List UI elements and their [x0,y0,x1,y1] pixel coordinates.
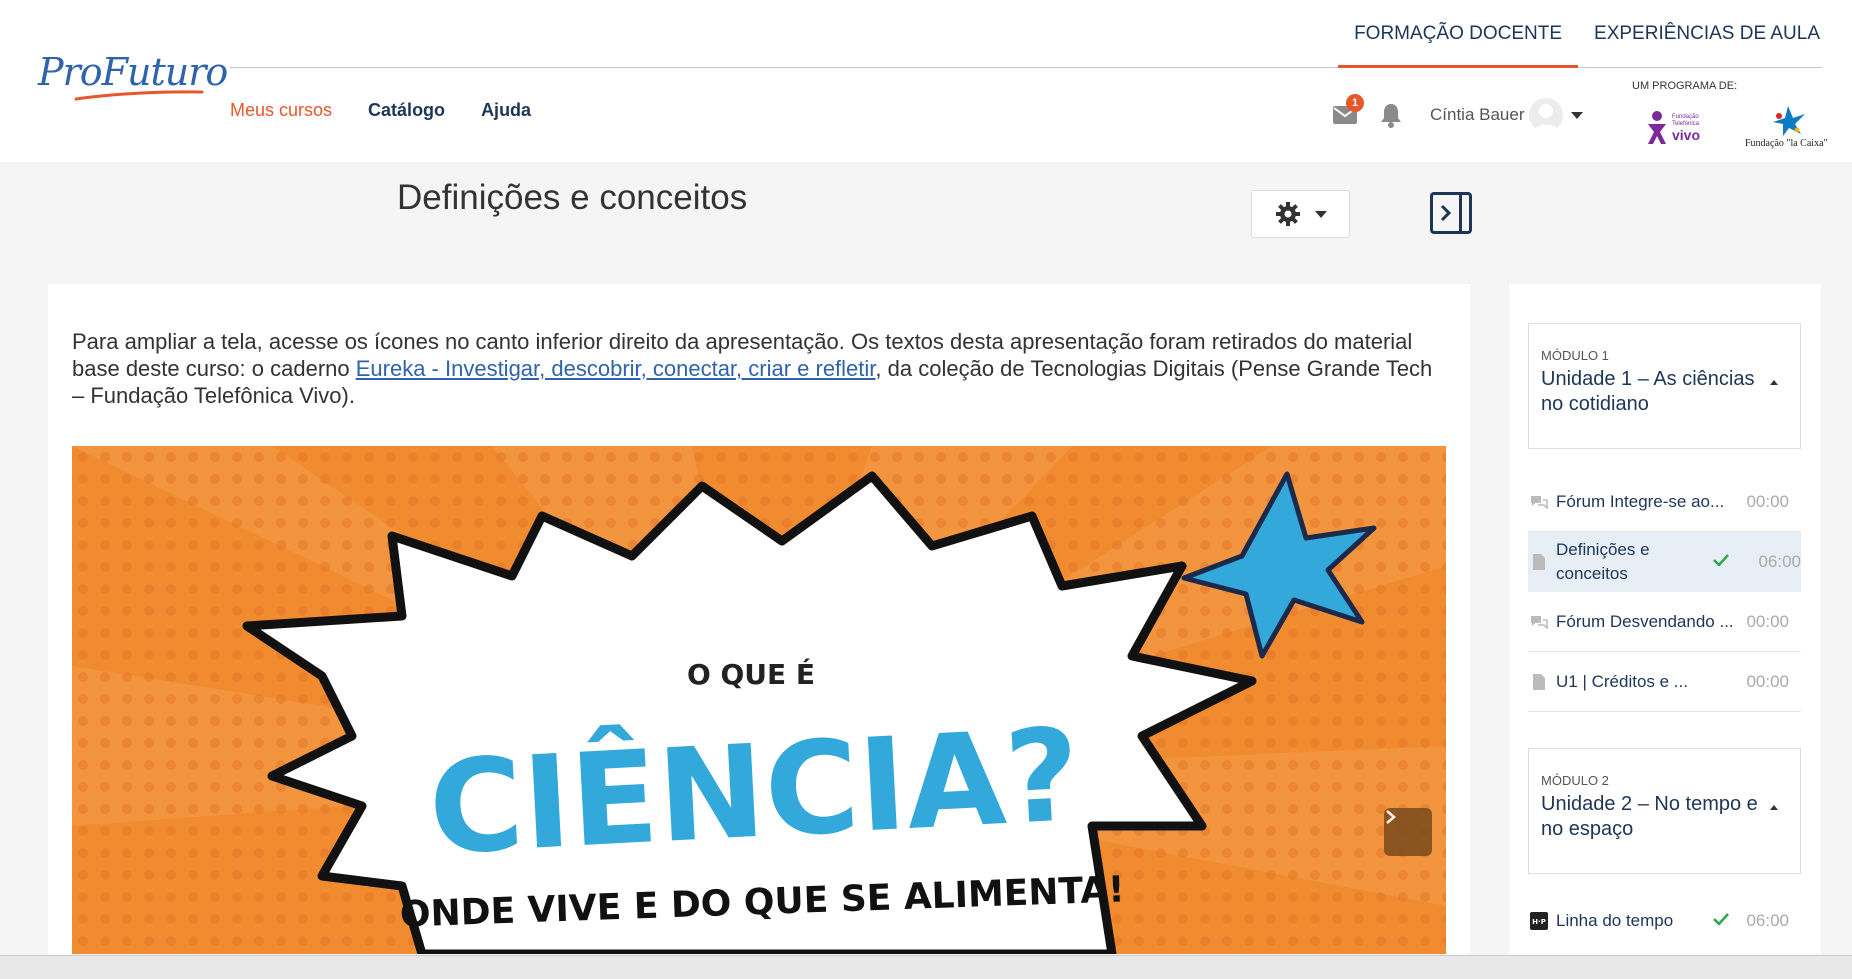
drawer-toggle-button[interactable] [1430,192,1472,234]
content-card: Para ampliar a tela, acesse os ícones no… [48,284,1470,954]
file-icon [1528,553,1550,571]
user-area: 1 Cíntia Bauer [1330,94,1583,132]
svg-text:H·P: H·P [1532,918,1546,926]
activity-item[interactable]: H·P Linha do tempo 06:00 [1528,896,1801,946]
h5p-icon: H·P [1528,912,1550,930]
top-nav-experiencias-de-aula[interactable]: EXPERIÊNCIAS DE AULA [1578,0,1836,68]
activity-name: Definições e conceitos [1556,540,1650,583]
bottom-strip [0,955,1852,979]
bell-icon [1381,104,1401,128]
eureka-link[interactable]: Eureka - Investigar, descobrir, conectar… [356,356,876,381]
la-caixa-logo-mark: Fundação "la Caixa" [1745,106,1828,149]
profuturo-logo[interactable]: ProFuturo [38,50,228,106]
user-menu-caret-icon[interactable] [1570,111,1583,119]
file-icon [1528,673,1550,691]
chevron-right-icon [1440,204,1452,222]
gear-icon [1275,202,1300,226]
fundacao-la-caixa-logo[interactable]: Fundação "la Caixa" [1743,104,1833,150]
main-nav: Meus cursos Catálogo Ajuda [230,100,531,121]
nav-meus-cursos[interactable]: Meus cursos [230,100,332,121]
activity-name: Fórum Integre-se ao... [1556,491,1725,511]
activity-name: U1 | Créditos e ... [1556,671,1688,691]
forum-icon [1528,615,1550,629]
chevron-down-icon [1314,210,1327,218]
collapse-caret-icon[interactable] [1770,805,1778,810]
activity-item[interactable]: Fórum Desvendando ... 00:00 [1528,592,1801,652]
course-index-sidebar: MÓDULO 1 Unidade 1 – As ciências no coti… [1509,284,1821,954]
intro-paragraph: Para ampliar a tela, acesse os ícones no… [72,328,1447,409]
slide-line1: O QUE É [687,657,815,691]
slide-next-button[interactable] [1384,808,1432,856]
messages-button[interactable]: 1 [1330,94,1364,130]
activity-name: Fórum Desvendando ... [1556,611,1734,631]
module-card-2[interactable]: MÓDULO 2 Unidade 2 – No tempo e no espaç… [1528,748,1801,874]
activity-time: 00:00 [1746,611,1789,631]
svg-text:Fundação: Fundação [1672,114,1699,120]
fundacao-vivo-logo[interactable]: Fundação Telefónica vivo [1646,110,1712,146]
chevron-right-icon [1386,810,1396,824]
settings-menu-button[interactable] [1251,190,1350,238]
user-name[interactable]: Cíntia Bauer [1430,105,1525,125]
completed-check-icon [1713,553,1729,571]
slide-artwork: O QUE É CIÊNCIA? ONDE VIVE E DO QUE SE A… [72,446,1446,954]
messages-badge: 1 [1346,94,1364,112]
vivo-logo-mark: Fundação Telefónica vivo [1648,111,1700,144]
forum-icon [1528,495,1550,509]
program-label: UM PROGRAMA DE: [1632,80,1738,92]
activity-name: Linha do tempo [1556,911,1674,930]
activity-time: 06:00 [1758,552,1801,571]
user-avatar-icon [1532,104,1559,132]
module-label: MÓDULO 2 [1541,773,1609,788]
module-label: MÓDULO 1 [1541,348,1609,363]
collapse-caret-icon[interactable] [1770,380,1778,385]
activity-item-current[interactable]: Definições e conceitos 06:00 [1528,532,1801,592]
activity-time: 06:00 [1746,911,1789,930]
svg-text:Fundação "la Caixa": Fundação "la Caixa" [1745,138,1828,149]
nav-ajuda[interactable]: Ajuda [481,100,531,121]
module-title: Unidade 1 – As ciências no cotidiano [1541,368,1755,415]
presentation-slide[interactable]: O QUE É CIÊNCIA? ONDE VIVE E DO QUE SE A… [72,446,1446,954]
top-nav-formacao-docente[interactable]: FORMAÇÃO DOCENTE [1338,0,1579,68]
activity-time: 00:00 [1746,671,1789,691]
activity-item[interactable]: U1 | Créditos e ... 00:00 [1528,652,1801,712]
site-header: ProFuturo FORMAÇÃO DOCENTE EXPERIÊNCIAS … [0,0,1852,162]
page-title: Definições e conceitos [397,178,748,217]
module-card-1[interactable]: MÓDULO 1 Unidade 1 – As ciências no coti… [1528,323,1801,449]
completed-check-icon [1713,912,1729,930]
logo-swoosh-icon [74,90,204,101]
activity-item[interactable]: Fórum Integre-se ao... 00:00 [1528,472,1801,532]
top-nav: FORMAÇÃO DOCENTE EXPERIÊNCIAS DE AULA [1338,0,1852,68]
svg-text:vivo: vivo [1672,127,1700,143]
module-title: Unidade 2 – No tempo e no espaço [1541,793,1758,840]
notifications-button[interactable] [1376,100,1406,130]
nav-catalogo[interactable]: Catálogo [368,100,445,121]
activity-time: 00:00 [1746,491,1789,511]
avatar[interactable] [1528,98,1563,132]
